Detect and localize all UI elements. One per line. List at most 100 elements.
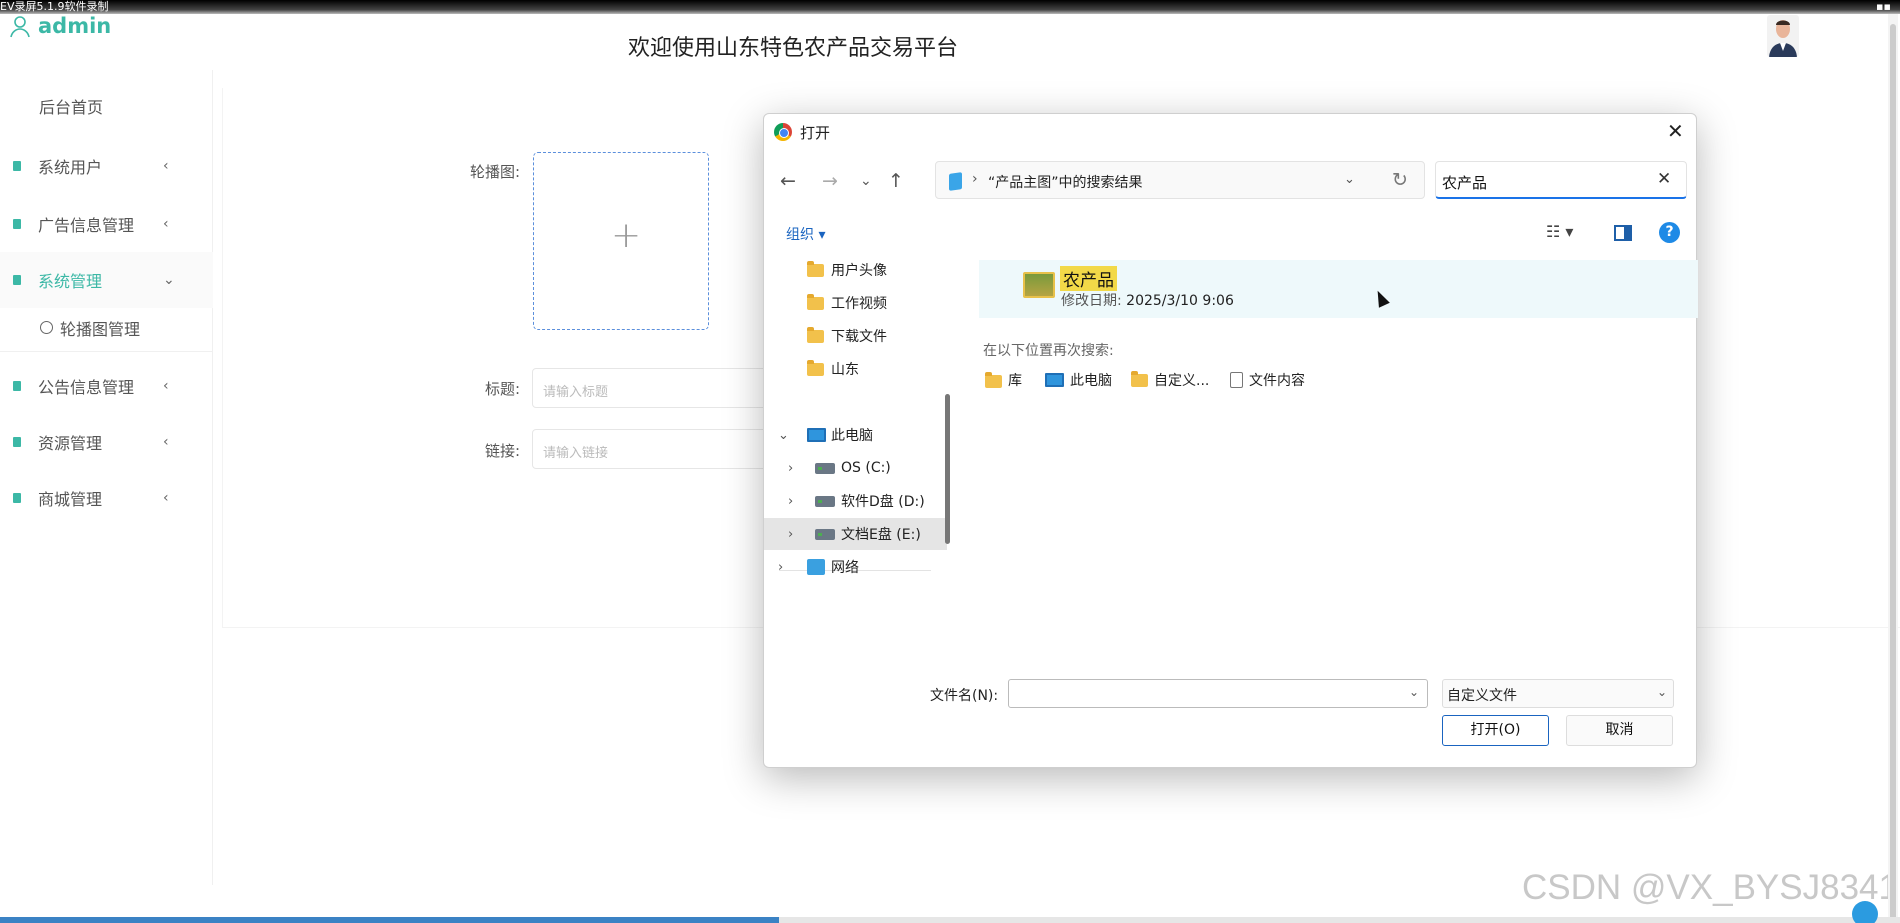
document-icon xyxy=(13,219,21,229)
cancel-button[interactable]: 取消 xyxy=(1566,715,1673,746)
sidebar-item-label: 资源管理 xyxy=(38,434,103,453)
organize-menu[interactable]: 组织 ▾ xyxy=(786,224,825,244)
breadcrumb-path: “产品主图”中的搜索结果 xyxy=(988,175,1143,191)
custom-folder-icon xyxy=(1131,370,1148,387)
clear-search-icon[interactable]: ✕ xyxy=(1657,169,1671,189)
meta-label: 修改日期: xyxy=(1061,293,1122,309)
chevron-right-icon[interactable]: › xyxy=(778,560,783,575)
navigation-tree: 用户头像 工作视频 下载文件 山东 ⌄ 此电脑 › OS (C:) › 软件D盘… xyxy=(764,254,954,634)
folder-thumbnail-icon xyxy=(1023,272,1055,298)
up-arrow-icon[interactable]: ↑ xyxy=(888,170,904,192)
recording-progress-fill xyxy=(0,917,779,923)
drive-icon xyxy=(815,462,835,474)
chevron-left-icon: ‹ xyxy=(163,378,169,394)
refresh-icon[interactable]: ↻ xyxy=(1392,169,1408,191)
sidebar-item-home[interactable]: 后台首页 xyxy=(39,94,103,118)
tree-item-folder[interactable]: 用户头像 xyxy=(764,254,947,286)
chevron-down-icon[interactable]: ⌄ xyxy=(1344,172,1355,187)
link-input[interactable]: 请输入链接 xyxy=(532,429,772,469)
recorder-menu-icon[interactable]: ▪▪ xyxy=(1876,1,1891,13)
recorder-bar xyxy=(0,0,1900,14)
avatar[interactable] xyxy=(1767,15,1799,57)
tree-item-folder[interactable]: 山东 xyxy=(764,353,947,385)
computer-icon xyxy=(1045,373,1064,387)
sidebar-item-mall[interactable]: 商城管理 ‹ xyxy=(0,470,213,526)
sidebar-item-system-users[interactable]: 系统用户 ‹ xyxy=(0,138,213,194)
image-upload[interactable]: + xyxy=(533,152,709,330)
chevron-down-icon[interactable]: ⌄ xyxy=(778,428,789,443)
tree-item-this-pc[interactable]: ⌄ 此电脑 xyxy=(764,419,947,451)
tree-item-label: 文档E盘 (E:) xyxy=(841,527,921,543)
chevron-right-icon[interactable]: › xyxy=(788,527,793,542)
recorder-float-icon[interactable] xyxy=(1852,901,1878,923)
user-menu[interactable]: admin xyxy=(8,14,111,38)
sidebar-item-label: 公告信息管理 xyxy=(38,378,135,397)
tree-item-label: OS (C:) xyxy=(841,460,891,476)
file-open-dialog: 打开 ✕ ← → ⌄ ↑ › “产品主图”中的搜索结果 ⌄ ↻ 农产品 ✕ 组织… xyxy=(763,113,1698,768)
tree-item-folder[interactable]: 工作视频 xyxy=(764,287,947,319)
chevron-right-icon[interactable]: › xyxy=(788,461,793,476)
open-button[interactable]: 打开(O) xyxy=(1442,715,1549,746)
tree-item-drive-e[interactable]: › 文档E盘 (E:) xyxy=(764,518,947,550)
location-label: 文件内容 xyxy=(1249,373,1305,389)
recorder-title: EV录屏5.1.9软件录制 xyxy=(0,0,109,13)
document-icon xyxy=(13,437,21,447)
search-location-file-contents[interactable]: 文件内容 xyxy=(1230,370,1305,390)
sidebar-subitem-carousel[interactable]: 轮播图管理 xyxy=(0,304,213,352)
view-options-icon[interactable]: ☷ ▾ xyxy=(1546,222,1573,241)
sidebar-item-system-management[interactable]: 系统管理 ⌄ xyxy=(0,252,213,308)
watermark: CSDN @VX_BYSJ8341 xyxy=(1522,868,1898,907)
chrome-icon xyxy=(774,123,792,141)
sidebar-item-notices[interactable]: 公告信息管理 ‹ xyxy=(0,358,213,414)
tree-item-folder[interactable]: 下载文件 xyxy=(764,320,947,352)
page-scrollbar[interactable] xyxy=(1888,14,1898,923)
recording-progress xyxy=(0,917,1900,923)
filetype-select[interactable]: 自定义文件 ⌄ xyxy=(1442,679,1674,708)
back-arrow-icon[interactable]: ← xyxy=(780,170,796,192)
plus-icon: + xyxy=(611,215,642,256)
sidebar-subitem-label: 轮播图管理 xyxy=(60,319,141,339)
tree-item-network[interactable]: › 网络 xyxy=(764,551,947,583)
network-icon xyxy=(807,559,825,575)
tree-item-drive-c[interactable]: › OS (C:) xyxy=(764,452,947,484)
chevron-right-icon[interactable]: › xyxy=(788,494,793,509)
sidebar-item-resources[interactable]: 资源管理 ‹ xyxy=(0,414,213,470)
forward-arrow-icon[interactable]: → xyxy=(822,170,838,192)
search-input[interactable]: 农产品 ✕ xyxy=(1435,161,1687,199)
library-icon xyxy=(985,371,1002,388)
folder-icon xyxy=(807,359,824,376)
sidebar: 后台首页 系统用户 ‹ 广告信息管理 ‹ 系统管理 ⌄ 轮播图管理 公告信息管理… xyxy=(0,70,213,885)
chevron-down-icon[interactable]: ⌄ xyxy=(1409,685,1419,699)
help-icon[interactable]: ? xyxy=(1659,222,1680,243)
filename-label: 文件名(N): xyxy=(930,688,999,704)
tree-item-label: 工作视频 xyxy=(831,296,887,312)
tree-item-label: 用户头像 xyxy=(831,263,887,279)
meta-value: 2025/3/10 9:06 xyxy=(1126,293,1234,309)
sidebar-item-ads[interactable]: 广告信息管理 ‹ xyxy=(0,196,213,252)
chevron-left-icon: ‹ xyxy=(163,216,169,232)
result-item[interactable]: 农产品 修改日期: 2025/3/10 9:06 xyxy=(979,260,1698,318)
computer-icon xyxy=(807,428,826,442)
chevron-left-icon: ‹ xyxy=(163,158,169,174)
address-bar[interactable]: › “产品主图”中的搜索结果 ⌄ ↻ xyxy=(935,161,1425,199)
result-name: 农产品 xyxy=(1060,266,1117,291)
recent-locations-chevron-icon[interactable]: ⌄ xyxy=(860,173,872,189)
search-location-library[interactable]: 库 xyxy=(985,370,1022,390)
search-location-this-pc[interactable]: 此电脑 xyxy=(1045,370,1112,390)
close-icon[interactable]: ✕ xyxy=(1667,119,1684,143)
tree-item-drive-d[interactable]: › 软件D盘 (D:) xyxy=(764,485,947,517)
link-label: 链接: xyxy=(485,442,521,460)
sidebar-item-label: 广告信息管理 xyxy=(38,216,135,235)
tree-scrollbar[interactable] xyxy=(945,394,950,544)
title-input[interactable]: 请输入标题 xyxy=(532,368,772,408)
user-icon xyxy=(10,16,30,38)
tree-item-label: 软件D盘 (D:) xyxy=(841,494,925,510)
dialog-titlebar[interactable]: 打开 ✕ xyxy=(764,114,1696,150)
document-icon xyxy=(13,493,21,503)
preview-pane-icon[interactable] xyxy=(1614,225,1632,241)
filename-input[interactable]: ⌄ xyxy=(1008,679,1428,708)
search-again-label: 在以下位置再次搜索: xyxy=(983,343,1114,359)
search-location-custom[interactable]: 自定义... xyxy=(1131,370,1209,390)
chevron-down-icon: ⌄ xyxy=(1656,685,1667,699)
scrollbar-thumb[interactable] xyxy=(1890,24,1896,923)
